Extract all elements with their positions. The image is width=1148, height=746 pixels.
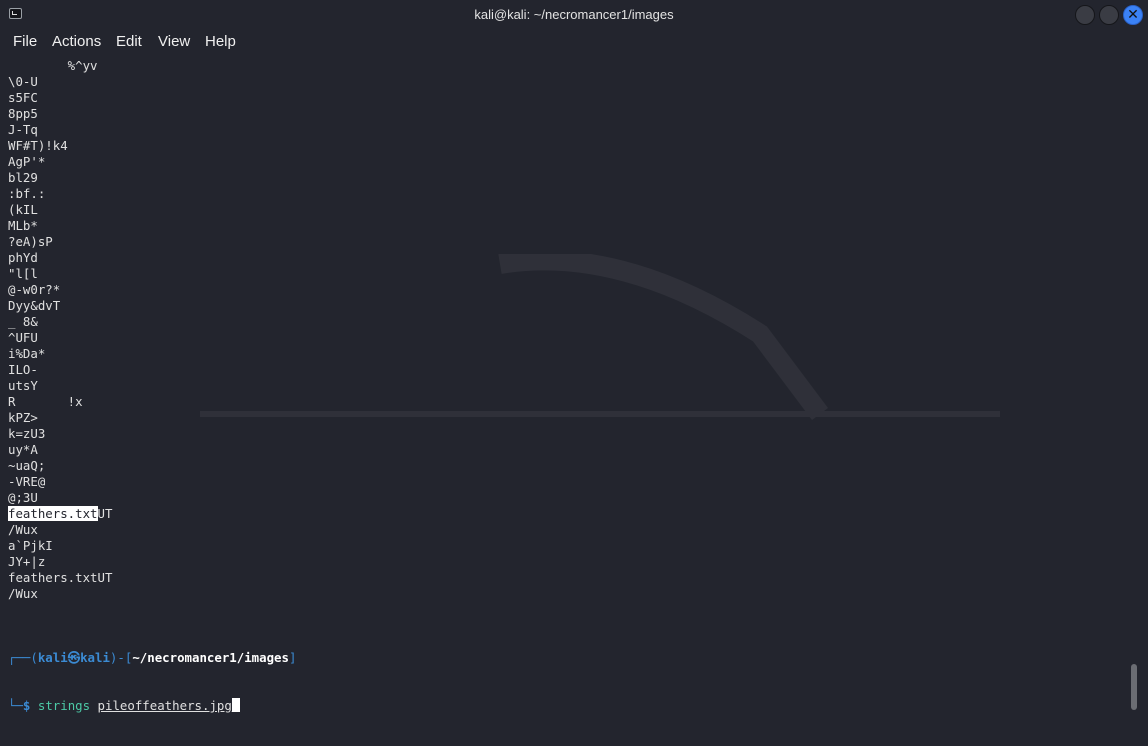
shell-prompt[interactable]: ┌──(kali㉿kali)-[~/necromancer1/images] └… xyxy=(8,618,296,746)
output-line: ?eA)sP xyxy=(8,234,53,249)
title-bar: kali@kali: ~/necromancer1/images ✕ xyxy=(0,0,1148,30)
menu-bar: File Actions Edit View Help xyxy=(0,30,1148,54)
scrollbar[interactable] xyxy=(1131,664,1137,710)
output-line: -VRE@ xyxy=(8,474,46,489)
close-button[interactable]: ✕ xyxy=(1123,5,1143,25)
output-line: @;3U xyxy=(8,490,38,505)
window-title: kali@kali: ~/necromancer1/images xyxy=(474,7,674,22)
output-line: R !x xyxy=(8,394,83,409)
output-line: k=zU3 xyxy=(8,426,46,441)
output-line: _ 8& xyxy=(8,314,38,329)
output-line: bl29 xyxy=(8,170,38,185)
prompt-corner: └─ xyxy=(8,698,23,713)
command-name: strings xyxy=(37,698,91,713)
prompt-frame-close: ] xyxy=(288,650,297,665)
prompt-at-symbol: ㉿ xyxy=(67,650,81,665)
prompt-frame-mid: )-[ xyxy=(109,650,133,665)
output-line: ~uaQ; xyxy=(8,458,46,473)
output-line: Dyy&dvT xyxy=(8,298,61,313)
output-text: UT xyxy=(97,506,113,521)
menu-help[interactable]: Help xyxy=(205,33,236,50)
output-line: a`PjkI xyxy=(8,538,53,553)
output-line: feathers.txtUT xyxy=(8,506,112,522)
output-line: s5FC xyxy=(8,90,38,105)
output-line: ILO- xyxy=(8,362,38,377)
prompt-user: kali xyxy=(37,650,68,665)
prompt-host: kali xyxy=(80,650,110,665)
output-line: /Wux xyxy=(8,522,38,537)
output-line: kPZ> xyxy=(8,410,38,425)
output-line: MLb* xyxy=(8,218,38,233)
output-line: %^yv xyxy=(8,58,98,73)
output-line: uy*A xyxy=(8,442,38,457)
menu-actions[interactable]: Actions xyxy=(52,33,101,50)
output-line: ^UFU xyxy=(8,330,38,345)
prompt-frame: ┌──( xyxy=(8,650,38,665)
output-line: feathers.txtUT xyxy=(8,570,113,585)
output-line: i%Da* xyxy=(8,346,46,361)
command-argument: pileoffeathers.jpg xyxy=(97,698,232,713)
kali-watermark-icon xyxy=(200,254,1000,420)
output-line: (kIL xyxy=(8,202,38,217)
output-line: utsY xyxy=(8,378,38,393)
output-line: WF#T)!k4 xyxy=(8,138,68,153)
output-line: J-Tq xyxy=(8,122,38,137)
maximize-button[interactable] xyxy=(1099,5,1119,25)
output-line: phYd xyxy=(8,250,38,265)
output-line: AgP'* xyxy=(8,154,46,169)
command-output[interactable]: %^yv \0-U s5FC 8pp5 J-Tq WF#T)!k4 AgP'* bl29:bf… xyxy=(8,58,112,602)
output-line: JY+|z xyxy=(8,554,46,569)
menu-file[interactable]: File xyxy=(13,33,37,50)
command-line[interactable]: └─$ strings pileoffeathers.jpg xyxy=(8,698,296,714)
output-line: @-w0r?* xyxy=(8,282,61,297)
selected-text[interactable]: feathers.txt xyxy=(8,506,98,521)
prompt-path: ~/necromancer1/images xyxy=(132,650,289,665)
output-line: \0-U xyxy=(8,74,38,89)
prompt-dollar: $ xyxy=(22,698,31,713)
minimize-button[interactable] xyxy=(1075,5,1095,25)
terminal-area[interactable]: %^yv \0-U s5FC 8pp5 J-Tq WF#T)!k4 AgP'* bl29:bf… xyxy=(0,54,1148,713)
prompt-header: ┌──(kali㉿kali)-[~/necromancer1/images] xyxy=(8,650,296,666)
menu-view[interactable]: View xyxy=(158,33,190,50)
menu-edit[interactable]: Edit xyxy=(116,33,142,50)
output-line: "l[l xyxy=(8,266,38,281)
text-cursor xyxy=(231,698,240,712)
output-line: :bf.: xyxy=(8,186,46,201)
output-line: 8pp5 xyxy=(8,106,38,121)
output-line: /Wux xyxy=(8,586,38,601)
close-icon: ✕ xyxy=(1127,7,1139,23)
